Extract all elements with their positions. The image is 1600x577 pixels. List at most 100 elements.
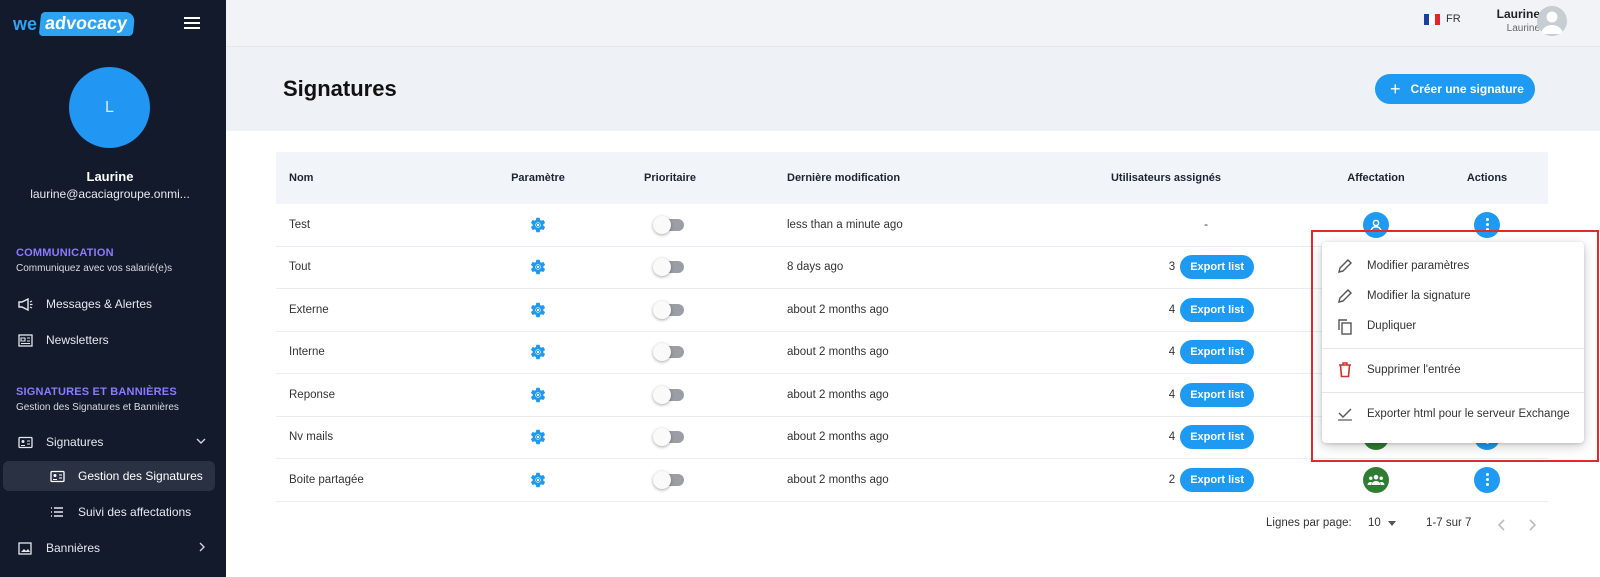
menu-item-supprimer[interactable]: Supprimer l'entrée	[1322, 355, 1584, 385]
export-list-button[interactable]: Export list	[1180, 340, 1254, 365]
chevron-down-icon	[196, 436, 206, 448]
top-user-info[interactable]: Laurine Laurine	[1497, 7, 1540, 34]
signature-name: Tout	[289, 261, 311, 274]
export-list-button[interactable]: Export list	[1180, 382, 1254, 407]
signature-name: Boite partagée	[289, 473, 364, 486]
sidebar-item-signatures[interactable]: Signatures	[0, 427, 220, 457]
top-bar	[226, 0, 1600, 47]
rows-per-page-select[interactable]: 10	[1368, 517, 1396, 529]
check-icon	[1336, 405, 1354, 423]
priority-toggle[interactable]	[635, 417, 705, 459]
menu-item-exporter-html[interactable]: Exporter html pour le serveur Exchange	[1322, 399, 1584, 429]
sidebar-item-label: Signatures	[46, 435, 104, 449]
sidebar-item-newsletters[interactable]: Newsletters	[0, 325, 220, 355]
priority-toggle[interactable]	[635, 332, 705, 374]
sidebar: we advocacy L Laurine laurine@acaciagrou…	[0, 0, 226, 577]
menu-item-modifier-parametres[interactable]: Modifier paramètres	[1322, 251, 1584, 281]
settings-gear-icon[interactable]	[518, 374, 558, 416]
pencil-icon	[1336, 257, 1354, 275]
language-code: FR	[1446, 13, 1461, 25]
priority-toggle[interactable]	[635, 459, 705, 501]
priority-toggle[interactable]	[635, 289, 705, 331]
signature-name: Test	[289, 218, 311, 231]
column-header-prioritaire[interactable]: Prioritaire	[635, 152, 705, 204]
logo-we: we	[13, 13, 38, 34]
priority-toggle[interactable]	[635, 247, 705, 289]
priority-toggle[interactable]	[635, 374, 705, 416]
sidebar-item-messages[interactable]: Messages & Alertes	[0, 289, 220, 319]
sidebar-item-suivi-affectations[interactable]: Suivi des affectations	[0, 497, 220, 527]
actions-cell	[1457, 459, 1517, 501]
settings-gear-icon[interactable]	[518, 247, 558, 289]
last-modified: about 2 months ago	[787, 473, 889, 486]
section-subtitle-signatures: Gestion des Signatures et Bannières	[16, 402, 179, 413]
image-icon	[17, 540, 33, 556]
users-count: 3	[1168, 261, 1176, 274]
previous-page-icon[interactable]	[1497, 519, 1506, 534]
france-flag-icon	[1424, 13, 1440, 25]
priority-toggle[interactable]	[635, 204, 705, 246]
sidebar-item-label: Suivi des affectations	[78, 505, 192, 519]
menu-item-label: Modifier la signature	[1367, 290, 1471, 302]
column-header-nom[interactable]: Nom	[289, 152, 313, 204]
export-list-button[interactable]: Export list	[1180, 255, 1254, 280]
sidebar-item-label: Bannières	[46, 541, 101, 555]
user-avatar-icon[interactable]	[1537, 6, 1567, 36]
list-icon	[49, 504, 65, 520]
sidebar-item-bannieres[interactable]: Bannières	[0, 533, 220, 563]
newspaper-icon	[17, 332, 33, 348]
menu-divider	[1322, 392, 1584, 393]
table-header: Nom Paramètre Prioritaire Dernière modif…	[276, 152, 1548, 204]
export-list-button[interactable]: Export list	[1180, 467, 1254, 492]
menu-item-dupliquer[interactable]: Dupliquer	[1322, 311, 1584, 341]
section-title-communication: COMMUNICATION	[16, 247, 114, 259]
users-count: 4	[1168, 431, 1176, 444]
users-cell: 4 Export list	[1066, 417, 1306, 459]
settings-gear-icon[interactable]	[518, 332, 558, 374]
sidebar-item-label: Messages & Alertes	[46, 297, 153, 311]
column-header-parametre: Paramètre	[511, 172, 565, 184]
sidebar-item-label: Gestion des Signatures	[78, 469, 203, 483]
create-signature-label: Créer une signature	[1410, 82, 1524, 96]
export-list-button[interactable]: Export list	[1180, 425, 1254, 450]
users-cell: 4 Export list	[1066, 289, 1306, 331]
settings-gear-icon[interactable]	[518, 459, 558, 501]
settings-gear-icon[interactable]	[518, 204, 558, 246]
settings-gear-icon[interactable]	[518, 289, 558, 331]
section-title-signatures: SIGNATURES ET BANNIÈRES	[16, 386, 177, 398]
assignment-cell	[1346, 459, 1406, 501]
column-header-utilisateurs: Utilisateurs assignés	[1110, 172, 1222, 184]
hamburger-menu-icon[interactable]	[184, 17, 200, 29]
menu-divider	[1322, 348, 1584, 349]
top-user-subtitle: Laurine	[1506, 23, 1540, 34]
export-list-button[interactable]: Export list	[1180, 297, 1254, 322]
menu-item-label: Supprimer l'entrée	[1367, 364, 1461, 376]
rows-per-page-label: Lignes par page:	[1266, 517, 1352, 529]
menu-item-modifier-signature[interactable]: Modifier la signature	[1322, 281, 1584, 311]
copy-icon	[1336, 317, 1354, 335]
plus-icon: +	[1390, 79, 1401, 99]
group-icon[interactable]	[1363, 466, 1389, 493]
create-signature-button[interactable]: + Créer une signature	[1375, 74, 1535, 104]
chevron-right-icon	[199, 542, 206, 555]
page-title: Signatures	[283, 76, 397, 101]
users-count: -	[1204, 218, 1208, 231]
section-subtitle-communication: Communiquez avec vos salarié(e)s	[16, 263, 173, 274]
next-page-icon[interactable]	[1528, 519, 1537, 534]
users-count: 4	[1168, 388, 1176, 401]
avatar-letter: L	[105, 98, 114, 116]
last-modified: about 2 months ago	[787, 388, 889, 401]
column-header-derniere-modification[interactable]: Dernière modification	[787, 152, 900, 204]
more-vertical-icon[interactable]	[1474, 466, 1500, 493]
menu-item-label: Modifier paramètres	[1367, 260, 1470, 272]
settings-gear-icon[interactable]	[518, 417, 558, 459]
app-logo[interactable]: we advocacy	[13, 12, 136, 36]
table-row[interactable]: Boite partagée about 2 months ago 2 Export …	[276, 459, 1548, 502]
top-user-name: Laurine	[1496, 7, 1540, 21]
users-count: 4	[1168, 346, 1176, 359]
sidebar-item-gestion-signatures[interactable]: Gestion des Signatures	[3, 461, 215, 491]
language-selector[interactable]: FR	[1424, 13, 1461, 25]
user-avatar: L	[69, 67, 150, 148]
users-cell: 2 Export list	[1066, 459, 1306, 501]
users-count: 4	[1168, 303, 1176, 316]
